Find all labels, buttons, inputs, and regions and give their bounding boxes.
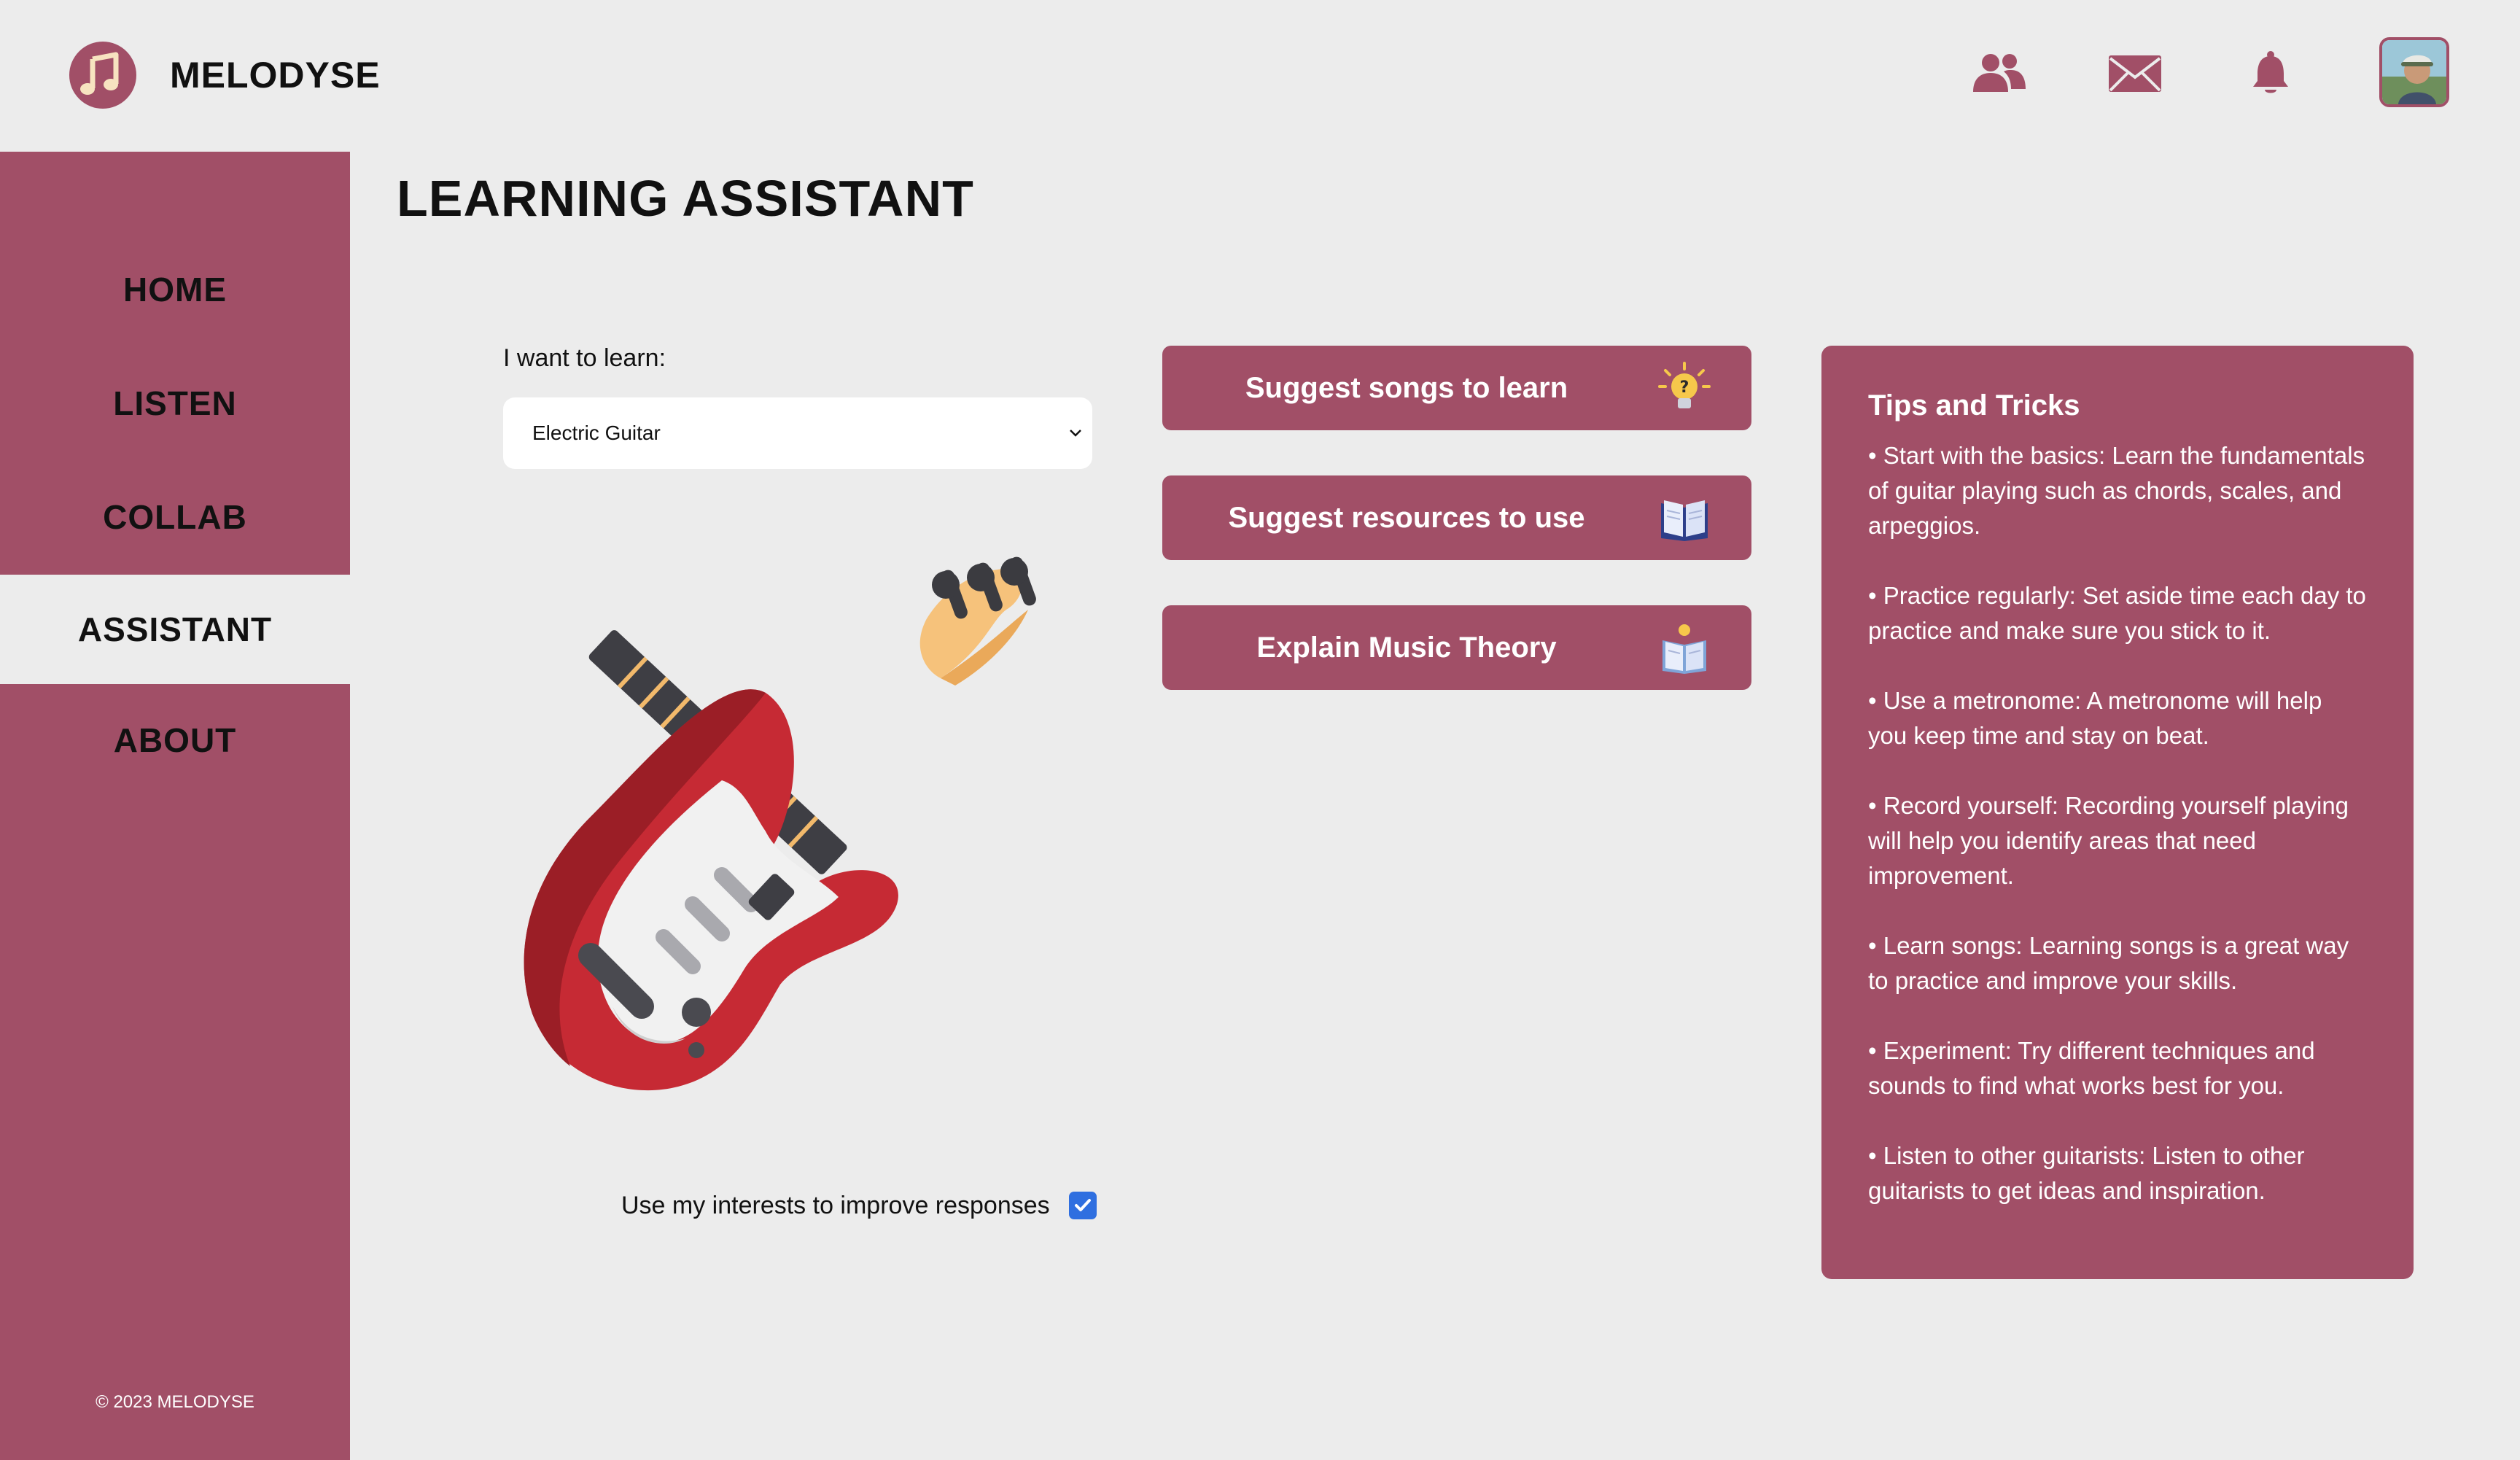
sidebar-item-home[interactable]: HOME	[0, 235, 350, 344]
sidebar: HOME LISTEN COLLAB ASSISTANT ABOUT © 202…	[0, 152, 350, 1460]
book-icon	[1661, 500, 1708, 541]
page-title: LEARNING ASSISTANT	[397, 170, 974, 227]
mail-icon[interactable]	[2106, 44, 2164, 102]
checkmark-icon	[1075, 1199, 1091, 1211]
electric-guitar-illustration	[503, 540, 1101, 1116]
tip-item: • Record yourself: Recording yourself pl…	[1868, 792, 2349, 889]
interests-checkbox[interactable]	[1069, 1192, 1097, 1219]
bell-icon[interactable]	[2241, 44, 2300, 102]
tip-item: • Experiment: Try different techniques a…	[1868, 1037, 2315, 1099]
sidebar-item-collab[interactable]: COLLAB	[0, 462, 350, 572]
tip-item: • Start with the basics: Learn the funda…	[1868, 442, 2365, 539]
reading-icon	[1662, 624, 1706, 674]
brand-name[interactable]: MELODYSE	[170, 54, 381, 96]
instrument-select-value: Electric Guitar	[532, 422, 661, 444]
suggest-resources-label: Suggest resources to use	[1228, 501, 1585, 534]
suggest-resources-button[interactable]: Suggest resources to use	[1162, 475, 1751, 560]
tip-item: • Use a metronome: A metronome will help…	[1868, 687, 2322, 749]
suggest-songs-button[interactable]: Suggest songs to learn ?	[1162, 346, 1751, 430]
user-avatar[interactable]	[2379, 37, 2449, 107]
interests-label: Use my interests to improve responses	[621, 1192, 1050, 1219]
lightbulb-icon: ?	[1658, 362, 1711, 408]
instrument-select[interactable]: Electric Guitar	[503, 397, 1092, 469]
sidebar-item-assistant[interactable]: ASSISTANT	[0, 575, 350, 684]
sidebar-item-listen[interactable]: LISTEN	[0, 349, 350, 458]
chevron-down-icon	[1070, 430, 1081, 437]
explain-music-theory-label: Explain Music Theory	[1256, 631, 1557, 664]
tip-item: • Practice regularly: Set aside time eac…	[1868, 582, 2366, 644]
tip-item: • Learn songs: Learning songs is a great…	[1868, 932, 2349, 994]
friends-icon[interactable]	[1970, 44, 2029, 102]
copyright-text: © 2023 MELODYSE	[96, 1392, 254, 1412]
svg-text:?: ?	[1680, 378, 1689, 397]
tip-item: • Listen to other guitarists: Listen to …	[1868, 1142, 2305, 1204]
tips-title: Tips and Tricks	[1868, 389, 2080, 422]
music-note-logo-icon[interactable]	[69, 42, 136, 109]
tips-panel: Tips and Tricks • Start with the basics:…	[1821, 346, 2414, 1279]
top-bar: MELODYSE	[0, 0, 2520, 152]
learn-label: I want to learn:	[503, 344, 666, 372]
sidebar-item-about[interactable]: ABOUT	[0, 686, 350, 795]
suggest-songs-label: Suggest songs to learn	[1245, 371, 1568, 404]
explain-music-theory-button[interactable]: Explain Music Theory	[1162, 605, 1751, 690]
